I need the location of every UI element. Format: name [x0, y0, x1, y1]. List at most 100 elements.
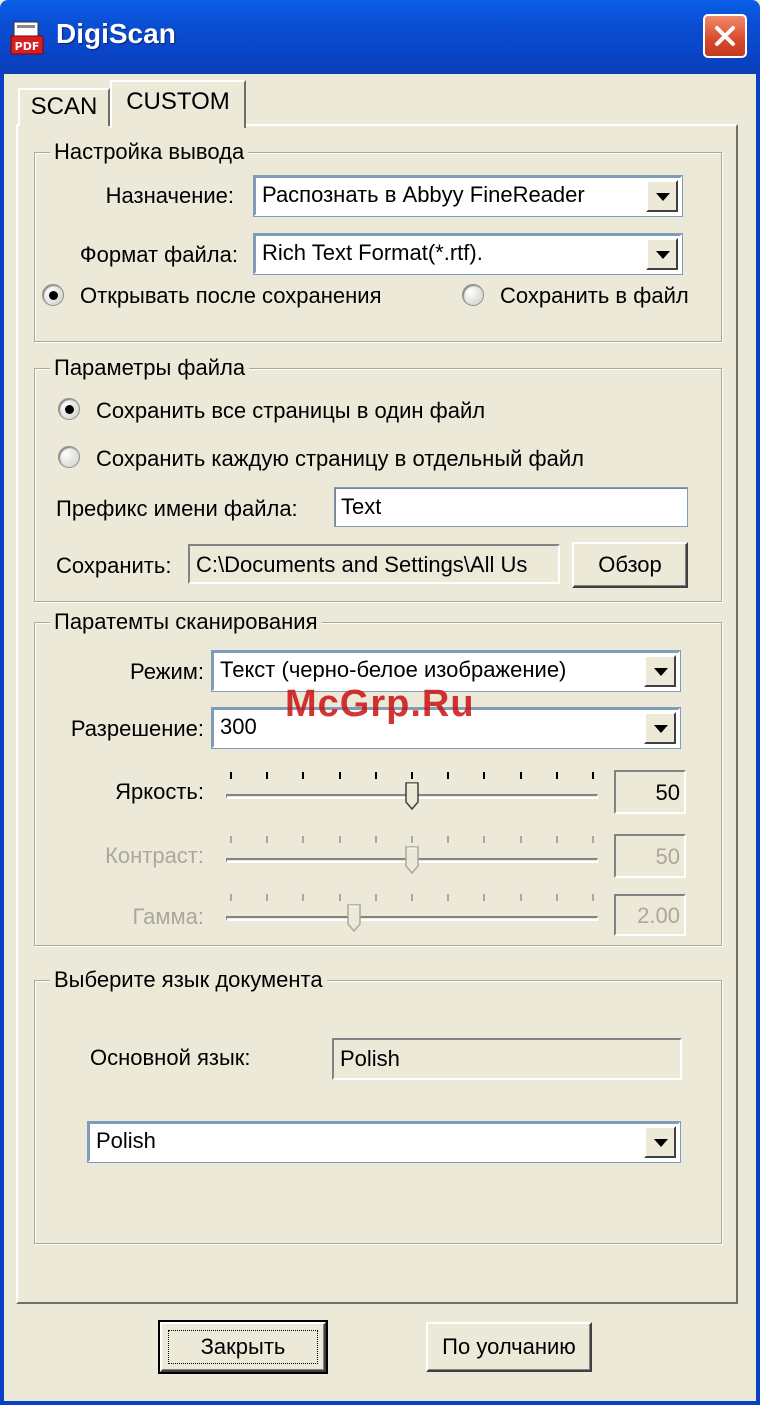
brightness-value: 50	[655, 780, 680, 805]
chevron-down-icon	[654, 725, 668, 733]
gamma-value: 2.00	[637, 903, 680, 928]
slider-tick	[302, 894, 305, 901]
window-frame-left	[0, 74, 4, 1405]
brightness-label: Яркость:	[115, 779, 204, 804]
slider-thumb	[405, 846, 419, 875]
slider-groove	[226, 916, 598, 921]
slider-tick	[266, 894, 269, 901]
open-after-save-radio[interactable]	[42, 284, 64, 306]
window-frame-right	[756, 74, 760, 1405]
slider-tick	[302, 772, 305, 779]
format-dropdown-button[interactable]	[646, 238, 678, 270]
primary-language-field: Polish	[332, 1038, 682, 1080]
scan-params-legend: Паратемты сканирования	[50, 609, 322, 635]
language-group	[34, 980, 722, 1244]
contrast-value-box: 50	[614, 834, 686, 878]
slider-tick	[483, 836, 486, 843]
slider-tick	[374, 894, 377, 901]
slider-tick	[338, 772, 341, 779]
window-title: DigiScan	[56, 18, 176, 49]
watermark-text: McGrp.Ru	[285, 683, 475, 725]
tab-scan[interactable]: SCAN	[18, 88, 110, 126]
format-label: Формат файла:	[79, 242, 238, 267]
destination-dropdown-button[interactable]	[646, 180, 678, 212]
slider-tick	[338, 894, 341, 901]
brightness-slider[interactable]	[226, 770, 598, 814]
chevron-down-icon	[654, 668, 668, 676]
slider-tick	[447, 772, 450, 779]
slider-tick	[411, 894, 413, 901]
save-path-field: C:\Documents and Settings\All Us	[188, 544, 560, 584]
slider-tick	[302, 836, 305, 843]
close-window-button[interactable]	[703, 14, 747, 58]
slider-tick	[555, 894, 558, 901]
brightness-value-box: 50	[614, 770, 686, 814]
slider-tick	[374, 772, 377, 779]
destination-combobox[interactable]: Распознать в Abbyy FineReader	[253, 175, 683, 217]
language-select-value: Polish	[96, 1128, 156, 1153]
open-after-save-label[interactable]: Открывать после сохранения	[80, 283, 381, 309]
slider-tick	[374, 836, 377, 843]
destination-label: Назначение:	[105, 183, 234, 208]
tab-custom[interactable]: CUSTOM	[110, 80, 246, 128]
save-to-file-radio[interactable]	[462, 284, 484, 306]
slider-tick	[411, 836, 413, 843]
primary-language-value: Polish	[340, 1046, 400, 1071]
slider-tick	[483, 894, 486, 901]
slider-tick	[266, 836, 269, 843]
pdf-scanner-icon: PDF	[10, 20, 44, 56]
format-combobox[interactable]: Rich Text Format(*.rtf).	[253, 233, 683, 275]
file-params-legend: Параметры файла	[50, 355, 250, 381]
chevron-down-icon	[654, 1139, 668, 1147]
svg-text:PDF: PDF	[15, 40, 40, 53]
format-value: Rich Text Format(*.rtf).	[262, 240, 483, 265]
gamma-value-box: 2.00	[614, 894, 686, 936]
language-combobox[interactable]: Polish	[87, 1121, 681, 1163]
slider-tick	[230, 772, 232, 779]
gamma-label: Гамма:	[132, 904, 204, 929]
gamma-slider	[226, 892, 598, 936]
slider-tick	[519, 772, 522, 779]
prefix-label: Префикс имени файла:	[56, 496, 298, 521]
slider-tick	[483, 772, 486, 779]
slider-tick	[555, 836, 558, 843]
slider-tick	[555, 772, 558, 779]
save-to-file-label[interactable]: Сохранить в файл	[500, 283, 689, 309]
prefix-value: Text	[341, 494, 382, 519]
slider-tick	[447, 894, 450, 901]
all-pages-one-file-label[interactable]: Сохранить все страницы в один файл	[96, 398, 485, 424]
primary-language-label: Основной язык:	[90, 1045, 251, 1070]
contrast-label: Контраст:	[105, 843, 204, 868]
prefix-input[interactable]: Text	[334, 487, 688, 527]
contrast-value: 50	[655, 844, 680, 869]
chevron-down-icon	[656, 251, 670, 259]
resolution-dropdown-button[interactable]	[644, 712, 676, 744]
output-settings-legend: Настройка вывода	[50, 139, 249, 165]
slider-tick	[230, 836, 232, 843]
mode-value: Текст (черно-белое изображение)	[220, 657, 567, 682]
all-pages-one-file-radio[interactable]	[58, 398, 80, 420]
mode-label: Режим:	[130, 659, 204, 684]
destination-value: Распознать в Abbyy FineReader	[262, 182, 585, 207]
resolution-label: Разрешение:	[70, 716, 204, 741]
slider-thumb	[347, 904, 361, 933]
slider-tick	[230, 894, 232, 901]
slider-tick	[411, 772, 413, 779]
defaults-button[interactable]: По уолчанию	[426, 1322, 592, 1372]
language-dropdown-button[interactable]	[644, 1126, 676, 1158]
browse-button[interactable]: Обзор	[572, 542, 688, 588]
save-path-label: Сохранить:	[56, 553, 172, 578]
mode-dropdown-button[interactable]	[644, 655, 676, 687]
each-page-separate-label[interactable]: Сохранить каждую страницу в отдельный фа…	[96, 446, 584, 472]
slider-tick	[592, 894, 594, 901]
window-frame-bottom	[0, 1401, 760, 1405]
each-page-separate-radio[interactable]	[58, 446, 80, 468]
close-button[interactable]: Закрыть	[158, 1320, 328, 1374]
slider-tick	[592, 772, 594, 779]
slider-tick	[266, 772, 269, 779]
slider-tick	[338, 836, 341, 843]
language-legend: Выберите язык документа	[50, 967, 327, 993]
resolution-value: 300	[220, 714, 257, 739]
contrast-slider	[226, 834, 598, 878]
slider-thumb[interactable]	[405, 782, 419, 811]
